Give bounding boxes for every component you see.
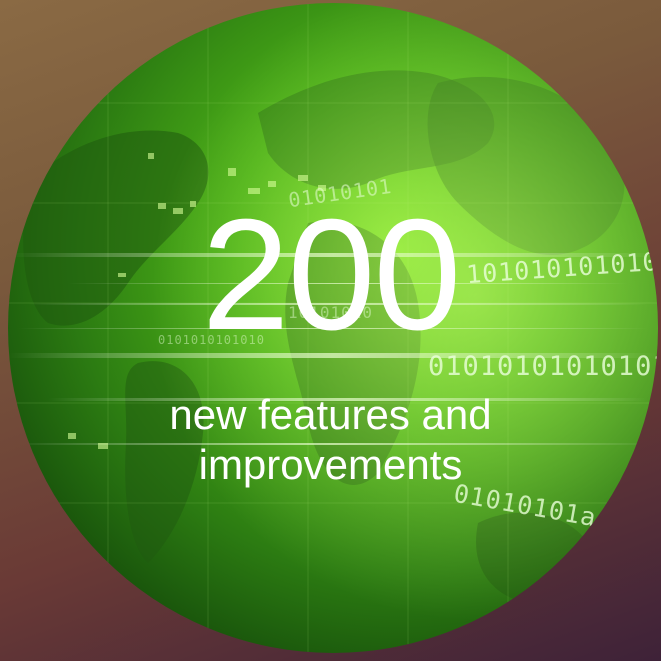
headline-subtitle: new features and improvements (0, 390, 661, 490)
subtitle-line-1: new features and (169, 391, 492, 438)
headline-number: 200 (201, 187, 462, 363)
subtitle-line-2: improvements (198, 441, 463, 488)
binary-stream: 01010101010101110 (428, 351, 658, 382)
